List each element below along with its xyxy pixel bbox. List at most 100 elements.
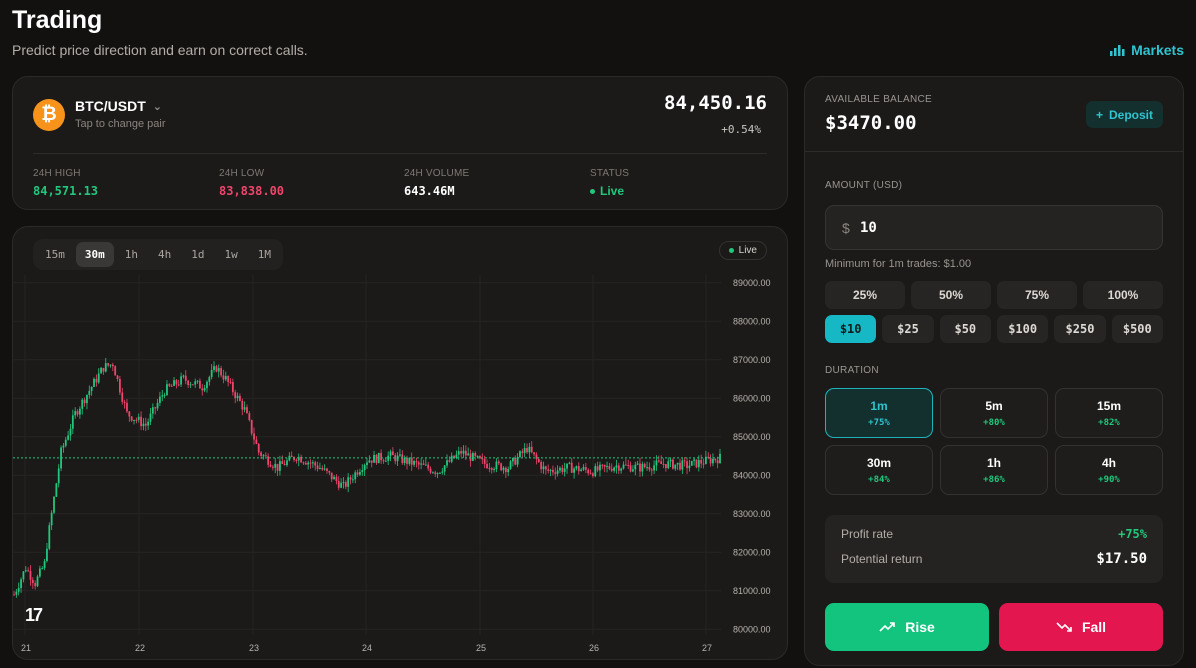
candle-body [587,469,590,474]
candle-body [420,463,423,465]
amount-50-button[interactable]: $50 [939,315,991,343]
amount-10-button[interactable]: $10 [825,315,877,343]
tab-timeframe-1d[interactable]: 1d [182,242,213,267]
deposit-button[interactable]: + Deposit [1085,101,1163,128]
candle-body [391,451,394,456]
candle-body [161,395,164,397]
candle-body [62,445,65,448]
candle-body [639,463,641,472]
amount-input[interactable] [860,214,1150,242]
pair-hint: Tap to change pair [75,118,166,130]
candle-body [410,457,413,465]
tab-timeframe-15m[interactable]: 15m [36,242,74,267]
candle-body [650,469,653,471]
duration-15m-button[interactable]: 15m +82% [1055,388,1163,438]
price-chart[interactable]: 89000.00 88000.00 87000.00 86000.00 85000.00… [13,227,788,660]
duration-label: 1m [870,398,888,413]
y-tick-label: 83000.00 [733,509,771,519]
tab-timeframe-1w[interactable]: 1w [216,242,247,267]
candle-body [514,457,517,465]
percent-50-button[interactable]: 50% [911,281,991,309]
tab-timeframe-1M[interactable]: 1M [249,242,280,267]
candle-body [36,576,39,587]
candle-body [170,385,173,387]
trade-panel: AVAILABLE BALANCE $3470.00 + Deposit AMO… [804,76,1184,666]
candle-body [243,407,246,410]
amount-250-button[interactable]: $250 [1054,315,1106,343]
candle-body [321,467,324,470]
candle-body [384,460,387,462]
tab-timeframe-30m[interactable]: 30m [75,242,114,267]
pair-selector[interactable]: BTC/USDT ⌄ [75,98,162,114]
candle-body [229,381,232,383]
live-dot-icon [728,247,734,253]
percent-100-button[interactable]: 100% [1083,281,1163,309]
candle-body [55,483,58,497]
duration-1h-button[interactable]: 1h +86% [940,445,1048,495]
duration-4h-button[interactable]: 4h +90% [1055,445,1163,495]
percent-25-button[interactable]: 25% [825,281,905,309]
candle-body [502,467,505,471]
candle-body [311,462,314,464]
candle-body [707,456,710,458]
candle-body [559,467,561,471]
candle-body [199,380,201,389]
candle-body [114,366,117,376]
candle-body [632,469,634,472]
candle-body [53,496,55,513]
candle-body [655,460,658,466]
profit-rate-value: +75% [1118,527,1147,541]
candle-body [109,364,112,366]
candle-body [575,466,578,469]
percent-75-button[interactable]: 75% [997,281,1077,309]
candle-body [544,466,547,470]
candle-body [422,463,425,465]
candle-body [309,462,312,464]
tab-timeframe-1h[interactable]: 1h [116,242,147,267]
candle-body [509,461,512,469]
candle-body [196,380,199,382]
duration-5m-button[interactable]: 5m +80% [940,388,1048,438]
stat-value: 83,838.00 [219,184,285,198]
candle-body [429,468,432,473]
candle-body [641,463,644,472]
candle-body [81,399,84,409]
markets-link[interactable]: Markets [1110,42,1184,58]
amount-100-button[interactable]: $100 [996,315,1049,343]
x-tick-label: 27 [702,643,712,653]
duration-payout: +84% [868,474,890,485]
candle-body [389,451,392,456]
candle-body [399,454,401,456]
candle-body [712,458,714,464]
amount-25-button[interactable]: $25 [882,315,934,343]
candle-body [149,413,152,422]
fall-button[interactable]: Fall [999,603,1163,651]
candle-body [403,457,406,464]
candle-body [206,381,208,389]
candle-body [613,467,615,471]
tab-timeframe-4h[interactable]: 4h [149,242,180,267]
candle-body [349,477,352,480]
amount-500-button[interactable]: $500 [1111,315,1163,343]
candle-body [606,466,608,468]
status-text: Live [600,184,625,198]
duration-1m-button[interactable]: 1m +75% [825,388,933,438]
candle-body [201,388,204,391]
duration-30m-button[interactable]: 30m +84% [825,445,933,495]
candle-body [460,451,463,454]
candle-body [462,450,465,454]
rise-button[interactable]: Rise [825,603,989,651]
candle-body [596,466,599,471]
candle-body [469,453,472,461]
candle-body [446,460,448,466]
candle-body [528,446,531,453]
x-tick-label: 23 [249,643,259,653]
candle-body [88,390,91,395]
candle-body [695,459,698,468]
candle-body [580,469,583,472]
candle-body [46,548,48,562]
candle-body [83,399,86,404]
duration-label: 1h [986,455,1001,470]
candle-body [441,471,444,473]
candle-body [100,367,102,374]
